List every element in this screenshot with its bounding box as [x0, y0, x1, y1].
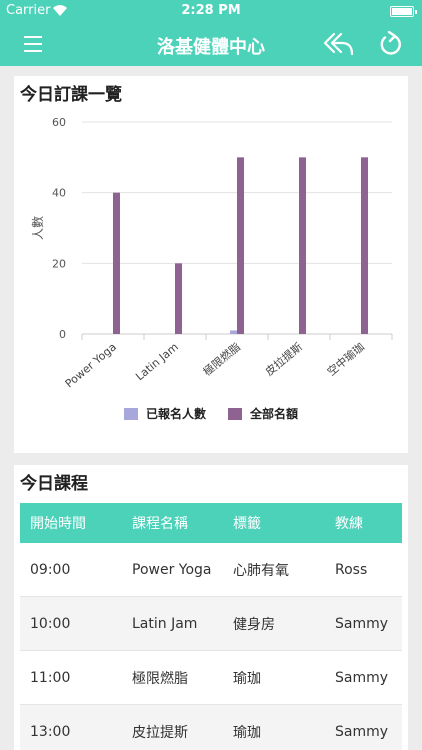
- cell-start-time: 10:00: [30, 615, 71, 632]
- bar-capacity: [299, 157, 306, 334]
- table-row[interactable]: 09:00 Power Yoga 心肺有氧 Ross: [20, 543, 402, 597]
- cell-course-name: Power Yoga: [132, 561, 212, 578]
- y-tick-label: 40: [52, 187, 66, 200]
- x-tick-label: Latin Jam: [133, 340, 181, 383]
- bar-enrolled: [230, 330, 237, 334]
- cell-start-time: 13:00: [30, 723, 71, 740]
- cell-tag: 健身房: [233, 616, 275, 633]
- bar-capacity: [237, 157, 244, 334]
- cell-coach: Sammy: [335, 669, 389, 686]
- battery-icon: [390, 6, 417, 17]
- cell-tag: 瑜珈: [233, 670, 261, 687]
- x-tick-label: 極限燃脂: [200, 340, 243, 379]
- header-course-name: 課程名稱: [132, 516, 188, 532]
- legend-swatch: [228, 408, 242, 420]
- legend-swatch: [124, 408, 138, 420]
- today-courses-card: 今日課程 開始時間 課程名稱 標籤 教練 09:00 Power Yoga 心肺有氧…: [14, 465, 408, 750]
- cell-coach: Sammy: [335, 615, 389, 632]
- bar-capacity: [113, 192, 120, 334]
- x-tick-label: 皮拉提斯: [262, 340, 305, 379]
- courses-table: 開始時間 課程名稱 標籤 教練 09:00 Power Yoga 心肺有氧 Ross 1…: [20, 503, 402, 750]
- bar-capacity: [175, 263, 182, 334]
- x-tick-label: Power Yoga: [63, 340, 119, 390]
- booking-overview-card: 今日訂課一覽 0 20 40 60 人數 Power Yoga Latin Jam 極限燃脂皮…: [14, 76, 408, 453]
- cell-start-time: 11:00: [30, 669, 71, 686]
- y-axis-label: 人數: [31, 216, 45, 240]
- y-tick-label: 0: [59, 328, 66, 341]
- cell-coach: Ross: [335, 561, 368, 578]
- page-title: 洛基健體中心: [157, 37, 265, 58]
- header-start-time: 開始時間: [30, 516, 86, 532]
- cell-course-name: 皮拉提斯: [132, 724, 188, 741]
- y-tick-label: 60: [52, 116, 66, 129]
- legend-label: 已報名人數: [146, 406, 206, 421]
- header-coach: 教練: [335, 516, 363, 532]
- table-row[interactable]: 10:00 Latin Jam 健身房 Sammy: [20, 597, 402, 651]
- x-tick-label: 空中瑜珈: [324, 340, 367, 379]
- legend-label: 全部名額: [249, 406, 298, 421]
- cell-start-time: 09:00: [30, 561, 71, 578]
- cell-tag: 瑜珈: [233, 724, 261, 741]
- nav-bar: 洛基健體中心: [0, 22, 422, 66]
- back-icon[interactable]: [322, 30, 356, 58]
- y-tick-label: 20: [52, 257, 66, 270]
- table-row[interactable]: 11:00 極限燃脂 瑜珈 Sammy: [20, 651, 402, 705]
- refresh-icon[interactable]: [378, 30, 404, 57]
- status-bar: Carrier 2:28 PM: [0, 0, 422, 22]
- table-row[interactable]: 13:00 皮拉提斯 瑜珈 Sammy: [20, 705, 402, 750]
- status-time: 2:28 PM: [181, 3, 241, 18]
- bar-capacity: [361, 157, 368, 334]
- table-header: 開始時間 課程名稱 標籤 教練: [20, 503, 402, 543]
- cell-course-name: Latin Jam: [132, 615, 198, 632]
- booking-bar-chart: 0 20 40 60 人數 Power Yoga Latin Jam 極限燃脂 皮拉提斯 空中瑜珈…: [31, 116, 393, 421]
- cell-tag: 心肺有氧: [233, 562, 289, 579]
- today-courses-title: 今日課程: [20, 474, 88, 494]
- cell-coach: Sammy: [335, 723, 389, 740]
- header-tag: 標籤: [233, 516, 261, 532]
- cell-course-name: 極限燃脂: [132, 670, 188, 687]
